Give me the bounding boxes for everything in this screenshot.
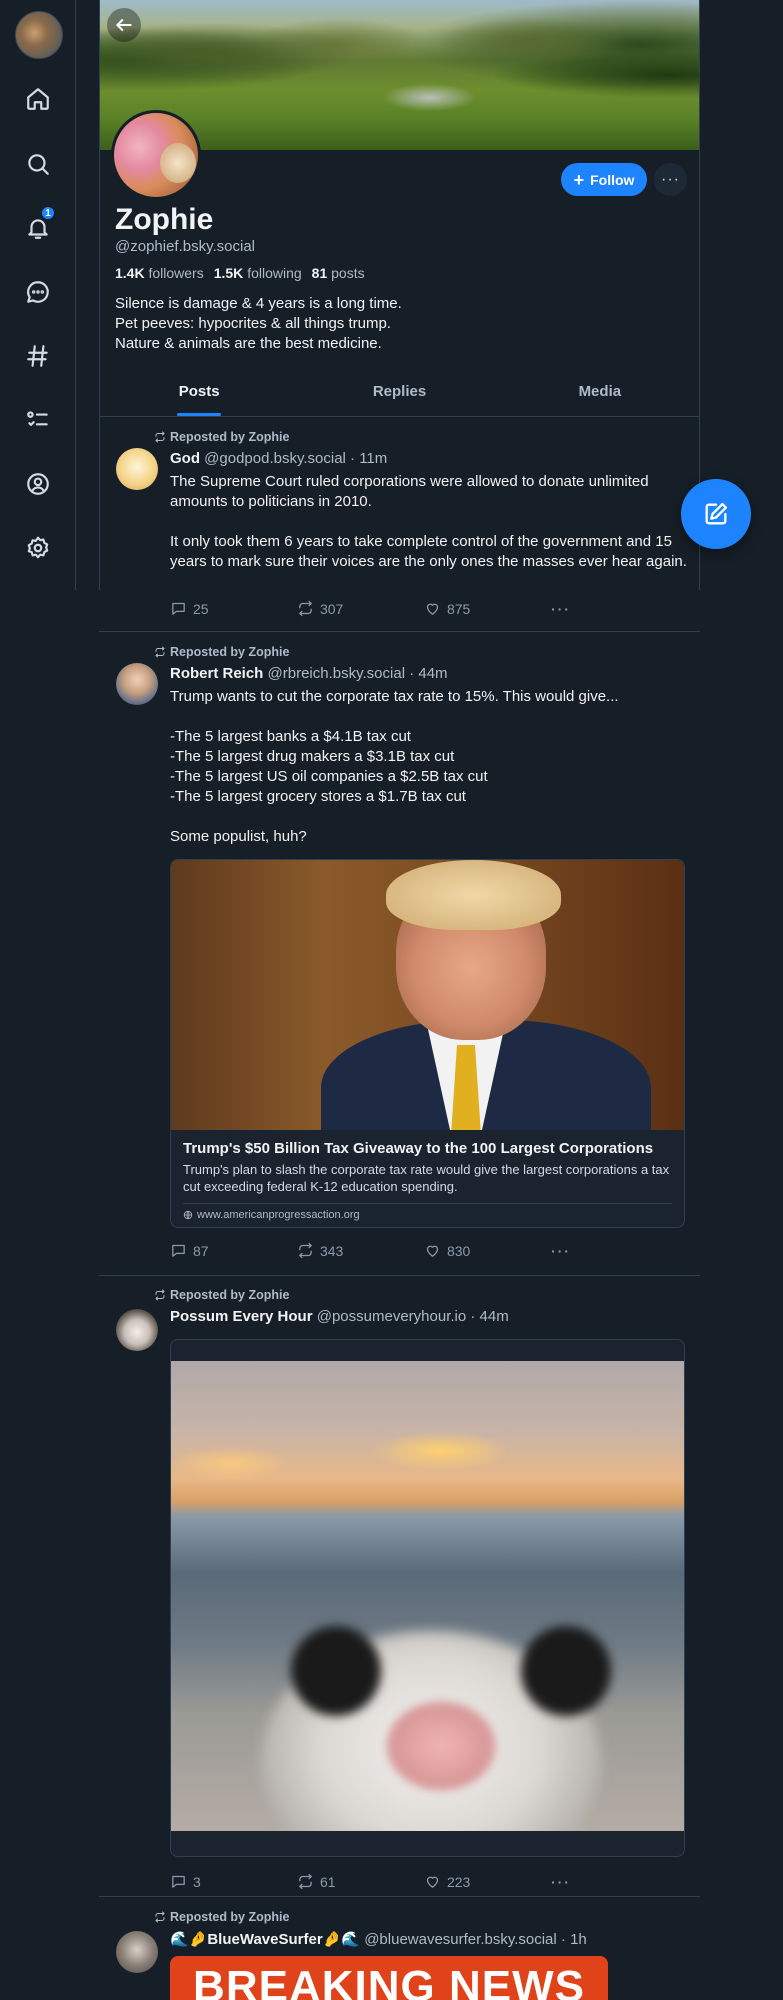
post-image-text: BREAKING NEWS [193, 1962, 585, 2000]
repost-icon [299, 600, 312, 617]
reply-button[interactable]: 25 [170, 600, 297, 617]
post-meta[interactable]: @godpod.bsky.social · 11m [204, 450, 387, 467]
post-more-button[interactable]: ··· [551, 1873, 590, 1890]
repost-icon [299, 1242, 312, 1259]
back-button[interactable] [107, 8, 141, 42]
post-text: Trump wants to cut the corporate tax rat… [170, 688, 619, 845]
comment-icon [172, 602, 185, 615]
link-card[interactable]: Trump's $50 Billion Tax Giveaway to the … [170, 859, 685, 1228]
repost-icon [299, 1873, 312, 1890]
like-button[interactable]: 223 [424, 1873, 551, 1890]
follow-button[interactable]: + Follow [561, 163, 647, 196]
post-meta[interactable]: @bluewavesurfer.bsky.social · 1h [364, 1931, 587, 1948]
home-icon[interactable] [19, 80, 57, 118]
comment-icon [172, 1875, 185, 1888]
post-more-button[interactable]: ··· [551, 600, 590, 617]
post-avatar[interactable] [116, 1309, 158, 1351]
post-header: God @godpod.bsky.social · 11m [170, 450, 387, 467]
repost-icon [155, 1289, 165, 1301]
video-frame [171, 1361, 684, 1831]
post-text: The Supreme Court ruled corporations wer… [170, 473, 687, 570]
repost-indicator: Reposted by Zophie [154, 645, 289, 659]
heart-icon [426, 1245, 439, 1257]
posts-stat: 81 posts [311, 265, 365, 281]
bio-line: Nature & animals are the best medicine. [115, 335, 382, 352]
bio-line: Silence is damage & 4 years is a long ti… [115, 295, 402, 312]
post-more-button[interactable]: ··· [551, 1242, 590, 1259]
link-title: Trump's $50 Billion Tax Giveaway to the … [183, 1140, 654, 1157]
repost-icon [155, 1911, 165, 1923]
bio-line: Pet peeves: hypocrites & all things trum… [115, 315, 391, 332]
like-button[interactable]: 830 [424, 1242, 551, 1259]
repost-icon [155, 646, 165, 658]
compose-button[interactable] [681, 479, 751, 549]
post-avatar[interactable] [116, 1931, 158, 1973]
arrow-left-icon [116, 19, 132, 31]
repost-button[interactable]: 343 [297, 1242, 424, 1259]
post-header: Robert Reich @rbreich.bsky.social · 44m [170, 665, 448, 682]
tab-replies[interactable]: Replies [299, 372, 499, 416]
post-actions: 25 307 875 ··· [170, 600, 590, 617]
profile-tabs: Posts Replies Media [99, 372, 700, 417]
profile-more-button[interactable]: ··· [654, 163, 687, 196]
my-avatar[interactable] [15, 11, 63, 59]
post-author[interactable]: God [170, 450, 200, 467]
tab-posts[interactable]: Posts [99, 372, 299, 416]
repost-indicator: Reposted by Zophie [154, 1288, 289, 1302]
reply-button[interactable]: 87 [170, 1242, 297, 1259]
video-embed[interactable] [170, 1339, 685, 1857]
profile-handle: @zophief.bsky.social [115, 238, 256, 255]
profile-stats: 1.4K followers 1.5K following 81 posts [115, 265, 365, 281]
repost-button[interactable]: 61 [297, 1873, 424, 1890]
profile-display-name: Zophie [115, 203, 214, 236]
repost-button[interactable]: 307 [297, 600, 424, 617]
comment-icon [172, 1244, 185, 1257]
followers-stat[interactable]: 1.4K followers [115, 265, 204, 281]
post-avatar[interactable] [116, 448, 158, 490]
notification-badge: 1 [40, 205, 56, 221]
follow-label: Follow [590, 171, 635, 188]
post-actions: 3 61 223 ··· [170, 1873, 590, 1890]
following-stat[interactable]: 1.5K following [214, 265, 302, 281]
post-meta[interactable]: @rbreich.bsky.social · 44m [268, 665, 448, 682]
post-meta[interactable]: @possumeveryhour.io · 44m [317, 1308, 509, 1325]
link-domain: www.americanprogressaction.org [183, 1203, 672, 1227]
repost-indicator: Reposted by Zophie [154, 1910, 289, 1924]
post-image[interactable]: BREAKING NEWS [170, 1956, 608, 2000]
repost-indicator: Reposted by Zophie [154, 430, 289, 444]
hashtag-icon[interactable] [19, 337, 57, 375]
gear-icon[interactable] [19, 529, 57, 567]
link-image [171, 860, 684, 1130]
bell-icon[interactable]: 1 [19, 205, 57, 247]
heart-icon [426, 603, 439, 615]
profile-icon[interactable] [19, 465, 57, 503]
post-author[interactable]: 🌊🤌BlueWaveSurfer🤌🌊 [170, 1931, 360, 1948]
compose-icon [705, 502, 728, 525]
post-author[interactable]: Robert Reich [170, 665, 263, 682]
profile-bio: Silence is damage & 4 years is a long ti… [115, 294, 402, 354]
reply-button[interactable]: 3 [170, 1873, 297, 1890]
left-nav: 1 [0, 0, 76, 590]
repost-icon [155, 431, 165, 443]
heart-icon [426, 1876, 439, 1888]
post-author[interactable]: Possum Every Hour [170, 1308, 313, 1325]
profile-avatar[interactable] [111, 110, 201, 200]
chat-icon[interactable] [19, 273, 57, 311]
tab-media[interactable]: Media [500, 372, 700, 416]
post-actions: 87 343 830 ··· [170, 1242, 590, 1259]
search-icon[interactable] [19, 145, 57, 183]
plus-icon: + [573, 169, 585, 190]
list-icon[interactable] [19, 401, 57, 439]
post-avatar[interactable] [116, 663, 158, 705]
post-header: 🌊🤌BlueWaveSurfer🤌🌊 @bluewavesurfer.bsky.… [170, 1930, 587, 1948]
like-button[interactable]: 875 [424, 600, 551, 617]
globe-icon [183, 1210, 193, 1220]
link-description: Trump's plan to slash the corporate tax … [183, 1162, 670, 1194]
post-header: Possum Every Hour @possumeveryhour.io · … [170, 1308, 509, 1325]
